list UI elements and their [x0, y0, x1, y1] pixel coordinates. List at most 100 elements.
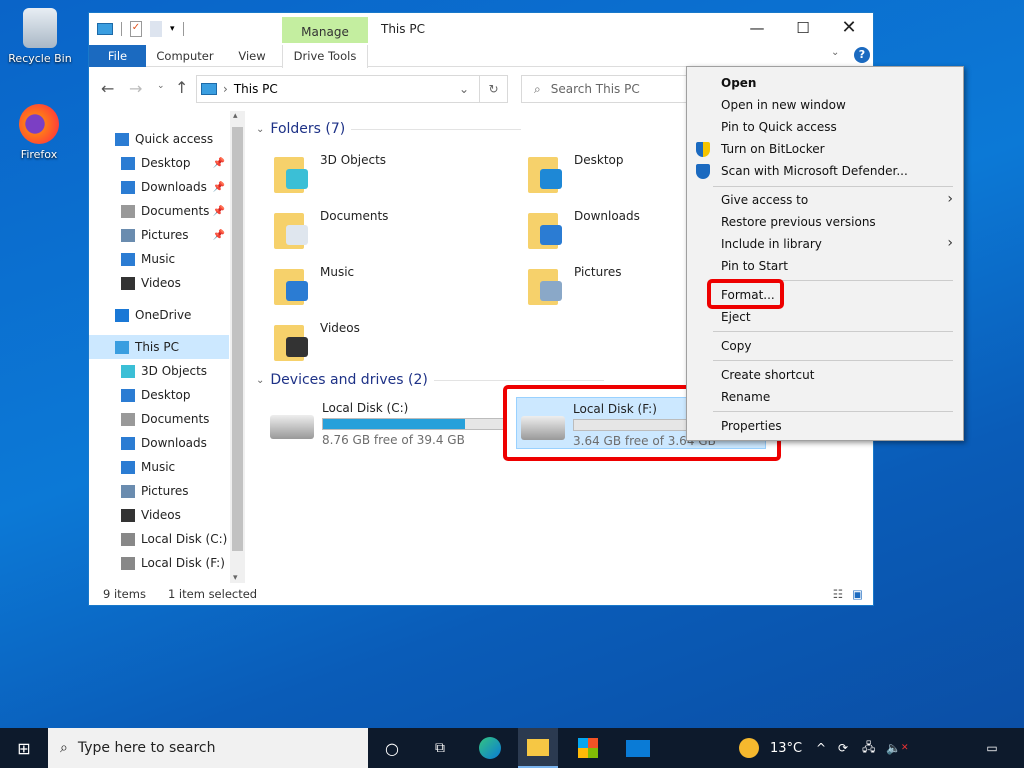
update-status-icon[interactable]: ⟳ — [838, 728, 848, 768]
menu-item-properties[interactable]: Properties — [721, 419, 782, 433]
sidebar-item-label: Documents — [141, 412, 210, 426]
taskbar: ⊞ ⌕ Type here to search ○ ⧉ 13°C ^ ⟳ 🖧 🔈 ✕… — [0, 728, 1024, 768]
menu-item-pin-to-start[interactable]: Pin to Start — [721, 259, 788, 273]
tab-view[interactable]: View — [229, 45, 275, 67]
address-bar[interactable]: › This PC ⌄ ↻ — [196, 75, 508, 103]
sidebar-item-pictures[interactable]: Pictures — [89, 479, 229, 503]
network-icon[interactable]: 🖧 — [862, 728, 875, 768]
expand-ribbon-icon[interactable]: ⌄ — [831, 47, 839, 58]
tab-drive-tools[interactable]: Drive Tools — [282, 45, 368, 68]
sidebar-item-desktop[interactable]: Desktop — [89, 383, 229, 407]
folder-item[interactable]: Documents — [274, 209, 388, 249]
address-dropdown-icon[interactable]: ⌄ — [459, 82, 469, 96]
temperature-text[interactable]: 13°C — [770, 728, 802, 768]
sidebar-item-documents[interactable]: Documents 📌 — [89, 199, 229, 223]
menu-item-include-in-library[interactable]: Include in library — [721, 237, 822, 251]
manage-context-tab[interactable]: Manage — [282, 17, 368, 43]
sidebar-item-local-disk-f[interactable]: Local Disk (F:) — [89, 551, 229, 575]
refresh-button[interactable]: ↻ — [479, 76, 507, 102]
desktop-icon-recycle-bin[interactable]: Recycle Bin — [5, 8, 75, 65]
help-icon[interactable]: ? — [854, 47, 870, 63]
sidebar-item-desktop[interactable]: Desktop 📌 — [89, 151, 229, 175]
maximize-button[interactable]: ☐ — [780, 13, 826, 43]
menu-item-eject[interactable]: Eject — [721, 310, 751, 324]
folder-item[interactable]: Desktop — [528, 153, 624, 193]
properties-icon[interactable]: ✓ — [130, 21, 142, 37]
menu-item-give-access-to[interactable]: Give access to — [721, 193, 808, 207]
sidebar-item-label: Desktop — [141, 388, 191, 402]
taskbar-search-box[interactable]: ⌕ Type here to search — [48, 728, 368, 768]
start-button[interactable]: ⊞ — [0, 728, 48, 768]
sidebar-item-label: Quick access — [135, 132, 214, 146]
menu-item-scan-with-microsoft-defender[interactable]: Scan with Microsoft Defender... — [721, 164, 908, 178]
recent-locations-icon[interactable]: ⌄ — [157, 81, 165, 91]
sidebar-item-pictures[interactable]: Pictures 📌 — [89, 223, 229, 247]
file-explorer-taskbar-icon[interactable] — [518, 728, 558, 768]
menu-item-restore-previous-versions[interactable]: Restore previous versions — [721, 215, 876, 229]
drive-item[interactable]: Local Disk (C:) 8.76 GB free of 39.4 GB — [266, 397, 516, 449]
search-icon: ⌕ — [534, 81, 541, 96]
pin-icon: 📌 — [212, 205, 225, 217]
menu-item-rename[interactable]: Rename — [721, 390, 770, 404]
menu-item-open-in-new-window[interactable]: Open in new window — [721, 98, 846, 112]
show-hidden-icons-button[interactable]: ^ — [816, 728, 826, 768]
folder-item[interactable]: Music — [274, 265, 354, 305]
navigation-pane-scrollbar[interactable]: ▴ ▾ — [230, 111, 245, 583]
new-folder-icon[interactable] — [150, 21, 162, 37]
highlight-box-format — [707, 279, 784, 309]
large-icons-view-button[interactable]: ▣ — [852, 587, 863, 601]
cortana-button[interactable]: ○ — [372, 728, 412, 768]
action-center-icon[interactable]: ▭ — [980, 728, 1004, 768]
desktop-icon-firefox[interactable]: Firefox — [4, 104, 74, 161]
forward-button[interactable]: → — [129, 79, 142, 98]
music-icon — [121, 460, 135, 474]
sidebar-item-music[interactable]: Music — [89, 247, 229, 271]
edge-taskbar-icon[interactable] — [470, 728, 510, 768]
sidebar-item-videos[interactable]: Videos — [89, 271, 229, 295]
back-button[interactable]: ← — [101, 79, 114, 98]
customize-toolbar-icon[interactable]: ▾ — [170, 24, 175, 34]
store-taskbar-icon[interactable] — [568, 728, 608, 768]
folder-item[interactable]: Pictures — [528, 265, 622, 305]
sidebar-item-music[interactable]: Music — [89, 455, 229, 479]
folder-item[interactable]: Downloads — [528, 209, 640, 249]
sidebar-item-3d-objects[interactable]: 3D Objects — [89, 359, 229, 383]
mail-taskbar-icon[interactable] — [618, 728, 658, 768]
menu-item-open[interactable]: Open — [721, 76, 756, 90]
folder-icon — [528, 265, 566, 305]
volume-muted-icon[interactable]: 🔈 ✕ — [886, 728, 909, 768]
sidebar-item-downloads[interactable]: Downloads — [89, 431, 229, 455]
details-view-button[interactable]: ☷ — [833, 587, 843, 601]
star-icon — [115, 132, 129, 146]
sidebar-item-local-disk-c[interactable]: Local Disk (C:) — [89, 527, 229, 551]
menu-item-create-shortcut[interactable]: Create shortcut — [721, 368, 814, 382]
menu-item-pin-to-quick-access[interactable]: Pin to Quick access — [721, 120, 837, 134]
tab-file[interactable]: File — [89, 45, 146, 67]
close-button[interactable]: ✕ — [826, 13, 872, 43]
drive-icon — [121, 532, 135, 546]
folder-item[interactable]: Videos — [274, 321, 360, 361]
up-button[interactable]: ↑ — [175, 78, 188, 97]
sidebar-item-label: OneDrive — [135, 308, 192, 322]
sidebar-item-documents[interactable]: Documents — [89, 407, 229, 431]
navigation-pane: Quick access Desktop 📌 Downloads 📌 Documents 📌… — [89, 111, 245, 583]
folders-group-header[interactable]: ⌄ Folders (7) — [256, 121, 522, 137]
folder-item[interactable]: 3D Objects — [274, 153, 386, 193]
sidebar-item-videos[interactable]: Videos — [89, 503, 229, 527]
pin-icon: 📌 — [212, 157, 225, 169]
menu-separator — [713, 331, 953, 332]
sidebar-item-onedrive[interactable]: OneDrive — [89, 303, 229, 327]
sidebar-item-this-pc[interactable]: This PC — [89, 335, 229, 359]
search-box[interactable]: ⌕ Search This PC — [521, 75, 701, 103]
tab-computer[interactable]: Computer — [151, 45, 219, 67]
sidebar-item-quick-access[interactable]: Quick access — [89, 127, 229, 151]
task-view-button[interactable]: ⧉ — [420, 728, 460, 768]
menu-item-copy[interactable]: Copy — [721, 339, 751, 353]
taskbar-search-placeholder: Type here to search — [77, 740, 216, 756]
bitlocker-shield-icon — [696, 142, 710, 157]
minimize-button[interactable]: — — [734, 13, 780, 43]
folder-icon — [528, 209, 566, 249]
menu-item-turn-on-bitlocker[interactable]: Turn on BitLocker — [721, 142, 825, 156]
weather-icon[interactable] — [738, 728, 760, 768]
sidebar-item-downloads[interactable]: Downloads 📌 — [89, 175, 229, 199]
